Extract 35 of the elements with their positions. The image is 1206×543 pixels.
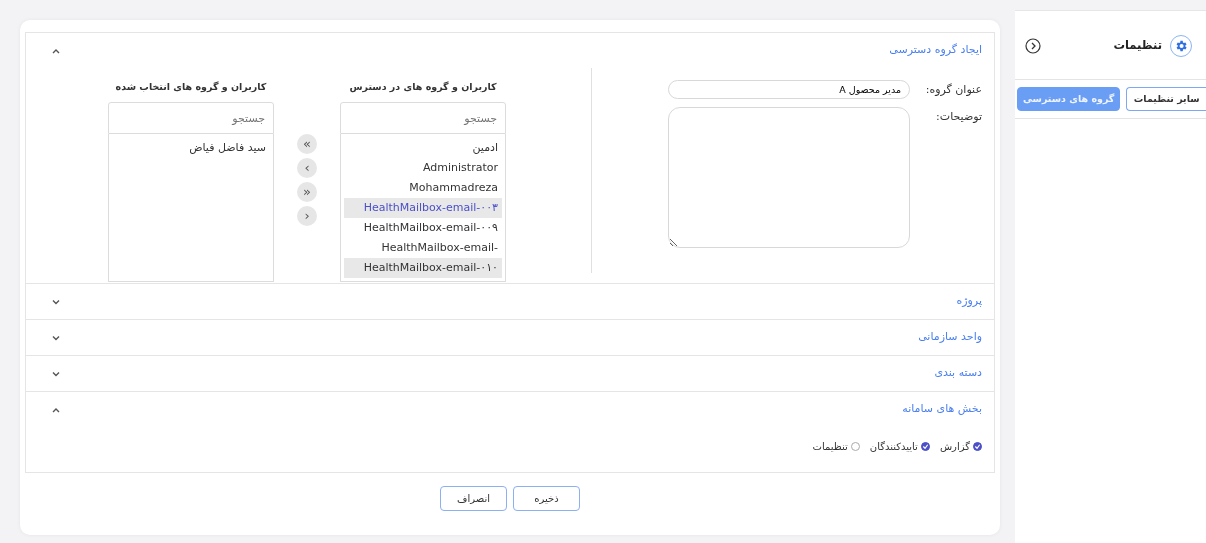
cancel-button[interactable]: انصراف [440,486,507,511]
transfer-button[interactable]: » [297,182,317,202]
section-title[interactable]: ایجاد گروه دسترسی [889,42,982,59]
list-heading: کاربران و گروه های انتخاب شده [114,80,268,95]
section-title[interactable]: بخش های سامانه [902,401,982,418]
transfer-button[interactable]: › [297,206,317,226]
description-field[interactable] [668,107,910,248]
search-field[interactable]: جستجو [108,102,274,134]
list-item[interactable]: سید فاضل فیاض [112,138,270,158]
sidebar-tab[interactable]: سایر تنظیمات [1126,87,1206,112]
search-field[interactable]: جستجو [340,102,506,134]
sidebar-title: تنظیمات [1113,37,1162,55]
checkbox[interactable] [920,442,930,451]
field-label: توضیحات: [935,109,982,125]
list-item[interactable]: Administrator [344,158,502,178]
checkbox-label: تنظیمات [812,440,848,454]
checkbox-label: گزارش [939,440,970,454]
field-label: عنوان گروه: [924,82,982,98]
list-item[interactable]: ادمین [344,138,502,158]
list-item[interactable]: HealthMailbox-email-۰۱۰ [344,258,502,278]
list-heading: کاربران و گروه های در دسترس [348,80,498,95]
transfer-button[interactable]: ‹ [297,158,317,178]
list-item[interactable]: Mohammadreza [344,178,502,198]
save-button[interactable]: ذخیره [513,486,580,511]
checkbox-label: تاییدکنندگان [869,440,918,454]
section-title[interactable]: واحد سازمانی [918,329,982,346]
list-item[interactable]: HealthMailbox-email-۰۰۳ [344,198,502,218]
collapse-icon[interactable] [1025,38,1041,54]
checkbox[interactable] [973,442,982,451]
section-title[interactable]: دسته بندی [934,365,982,382]
transfer-button[interactable]: « [297,134,317,154]
list-item[interactable]: HealthMailbox-email-۰۰۹ [344,218,502,238]
list-item[interactable]: HealthMailbox-email- [344,238,502,258]
section-title[interactable]: پروژه [956,293,982,310]
group-title-field[interactable]: مدیر محصول A [668,80,910,99]
